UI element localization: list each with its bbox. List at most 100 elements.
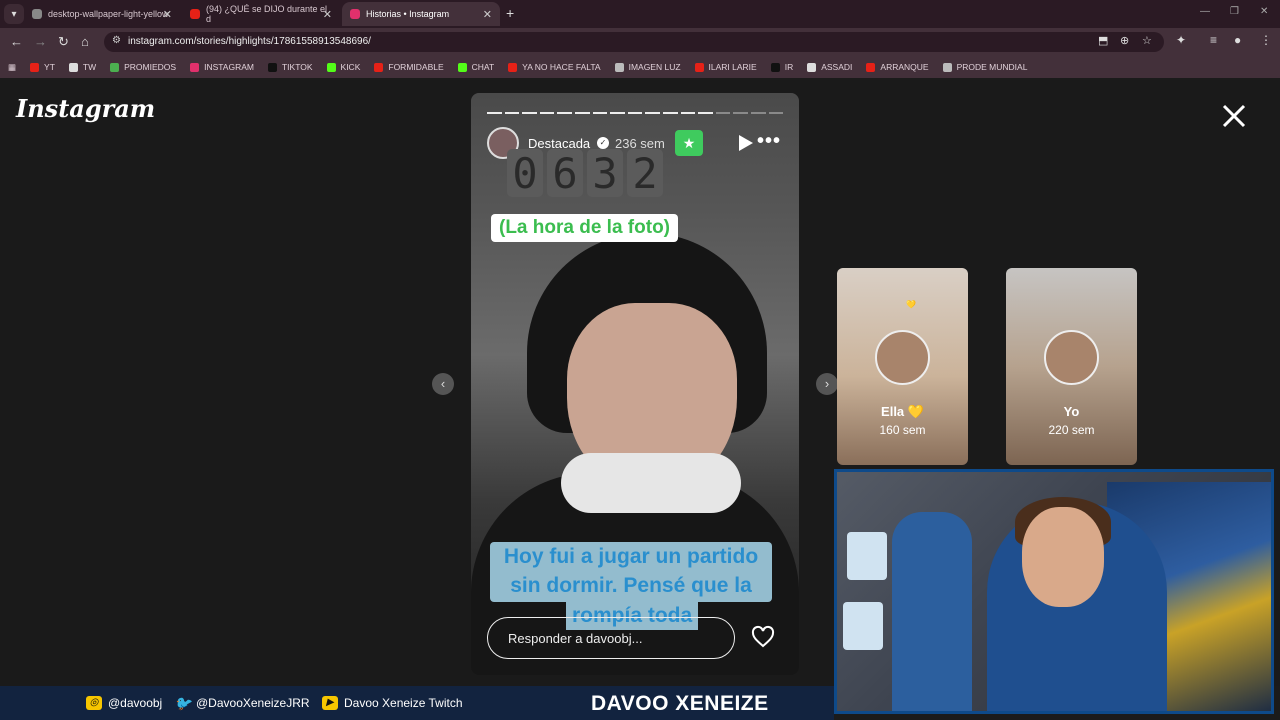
maximize-button[interactable]: ❐ xyxy=(1230,6,1239,17)
more-options-icon[interactable]: ••• xyxy=(757,130,781,153)
youtube-play-icon: ▶ xyxy=(322,696,338,710)
bookmark-ir[interactable]: IR xyxy=(770,62,793,72)
bookmark-promiedos[interactable]: PROMIEDOS xyxy=(110,62,176,72)
twitter-bird-icon: 🐦 xyxy=(174,695,192,711)
close-friends-star-icon: ★ xyxy=(675,130,703,156)
progress-segment xyxy=(557,112,572,114)
bookmark-yt[interactable]: YT xyxy=(30,62,55,72)
clock-digit: 3 xyxy=(587,149,623,198)
play-icon[interactable] xyxy=(735,133,755,153)
clock-digit: 6 xyxy=(547,149,583,198)
install-app-icon[interactable]: ⬒ xyxy=(1098,34,1108,47)
bookmark-imagen-luz[interactable]: IMAGEN LUZ xyxy=(614,62,681,72)
progress-segment xyxy=(645,112,660,114)
youtube-icon xyxy=(190,9,200,19)
media-icon[interactable]: ≡ xyxy=(1210,33,1217,47)
close-window-button[interactable]: ✕ xyxy=(1260,6,1268,17)
webcam-overlay xyxy=(834,469,1274,714)
bookmark-chat[interactable]: CHAT xyxy=(457,62,494,72)
bookmark-tiktok[interactable]: TIKTOK xyxy=(267,62,313,72)
bookmark-star-icon[interactable]: ☆ xyxy=(1142,34,1152,47)
highlight-preview-ella[interactable]: 💛 Ella 💛 160 sem xyxy=(837,268,968,465)
highlight-name: Ella 💛 xyxy=(881,404,924,419)
progress-segment xyxy=(574,112,590,114)
reload-icon[interactable]: ↻ xyxy=(58,34,69,50)
caption-sticker: (La hora de la foto) xyxy=(491,214,678,242)
menu-icon[interactable]: ⋮ xyxy=(1260,33,1272,47)
instagram-handle: ◎ @davoobj xyxy=(86,696,162,710)
bookmark-arranque[interactable]: ARRANQUE xyxy=(866,62,929,72)
twitch-handle: ▶ Davoo Xeneize Twitch xyxy=(322,696,463,710)
previous-story-button[interactable]: ‹ xyxy=(432,373,454,395)
progress-segment xyxy=(750,112,766,114)
site-info-icon[interactable]: ⚙ xyxy=(112,35,121,46)
clock-sticker: 0 6 3 2 xyxy=(507,149,663,198)
address-bar[interactable]: ⚙ instagram.com/stories/highlights/17861… xyxy=(104,32,1164,52)
tab-instagram[interactable]: Historias • Instagram ✕ xyxy=(342,2,500,26)
progress-segment xyxy=(680,112,696,114)
story-card[interactable]: Destacada ✓ 236 sem ★ ••• 0 6 3 2 (La ho… xyxy=(471,93,799,675)
home-icon[interactable]: ⌂ xyxy=(81,34,89,49)
profile-avatar[interactable]: ● xyxy=(1234,33,1241,47)
verified-icon: ✓ xyxy=(597,137,609,149)
close-tab-icon[interactable]: ✕ xyxy=(323,8,332,21)
avatar xyxy=(1044,330,1099,385)
story-text-block: Hoy fui a jugar un partido sin dormir. P… xyxy=(490,542,772,602)
progress-segment xyxy=(504,112,520,114)
progress-segment xyxy=(522,112,537,114)
bookmark-ilari-larie[interactable]: ILARI LARIE xyxy=(694,62,757,72)
progress-segment xyxy=(539,112,555,114)
instagram-logo[interactable]: Instagram xyxy=(16,94,155,123)
framed-jersey xyxy=(843,602,883,650)
progress-segment xyxy=(662,112,678,114)
heart-icon[interactable] xyxy=(751,625,775,649)
close-tab-icon[interactable]: ✕ xyxy=(163,8,172,21)
bookmark-tw[interactable]: TW xyxy=(68,62,96,72)
instagram-icon: ◎ xyxy=(86,696,102,710)
twitter-handle: 🐦 @DavooXeneizeJRR xyxy=(174,695,310,711)
highlight-time: 160 sem xyxy=(879,423,926,437)
tab-youtube[interactable]: (94) ¿QUÉ se DIJO durante el d ✕ xyxy=(182,2,340,26)
reply-placeholder: Responder a davoobj... xyxy=(508,631,643,646)
new-tab-button[interactable]: + xyxy=(506,5,514,21)
bookmark-assadi[interactable]: ASSADI xyxy=(807,62,852,72)
progress-segment xyxy=(487,112,502,114)
zoom-icon[interactable]: ⊕ xyxy=(1120,34,1129,47)
tab-strip: ▾ desktop-wallpaper-light-yellow ✕ (94) … xyxy=(0,0,1280,28)
progress-segment xyxy=(592,112,608,114)
bookmark-formidable[interactable]: FORMIDABLE xyxy=(374,62,444,72)
stream-brand: DAVOO XENEIZE xyxy=(591,692,769,715)
bookmarks-bar: ▦ YT TW PROMIEDOS INSTAGRAM TIKTOK KICK … xyxy=(0,56,1280,78)
apps-icon[interactable]: ▦ xyxy=(8,62,16,73)
next-story-button[interactable]: › xyxy=(816,373,838,395)
clock-digit: 2 xyxy=(627,149,663,198)
progress-segment xyxy=(733,112,748,114)
bookmark-instagram[interactable]: INSTAGRAM xyxy=(190,62,254,72)
highlight-preview-yo[interactable]: Yo 220 sem xyxy=(1006,268,1137,465)
avatar xyxy=(875,330,930,385)
tab-search-button[interactable]: ▾ xyxy=(4,4,24,24)
progress-segment xyxy=(715,112,731,114)
bookmark-prode-mundial[interactable]: PRODE MUNDIAL xyxy=(942,62,1027,72)
close-tab-icon[interactable]: ✕ xyxy=(483,8,492,21)
stream-footer: ◎ @davoobj 🐦 @DavooXeneizeJRR ▶ Davoo Xe… xyxy=(0,686,834,720)
story-progress-bar xyxy=(487,112,784,114)
clock-digit: 0 xyxy=(507,149,543,198)
forward-icon[interactable]: → xyxy=(34,34,47,49)
progress-segment xyxy=(768,112,784,114)
bookmark-kick[interactable]: KICK xyxy=(326,62,360,72)
instagram-icon xyxy=(350,9,360,19)
tab-wallpaper[interactable]: desktop-wallpaper-light-yellow ✕ xyxy=(24,2,180,26)
back-icon[interactable]: ← xyxy=(10,34,23,49)
close-icon[interactable] xyxy=(1220,102,1248,130)
highlight-name: Yo xyxy=(1063,404,1080,419)
globe-icon xyxy=(32,9,42,19)
reply-input[interactable]: Responder a davoobj... xyxy=(487,617,735,659)
minimize-button[interactable]: — xyxy=(1200,6,1210,17)
framed-jersey xyxy=(847,532,887,580)
progress-segment xyxy=(610,112,625,114)
extensions-icon[interactable]: ✦ xyxy=(1176,33,1186,47)
progress-segment xyxy=(698,112,713,114)
bookmark-ya-no-hace-falta[interactable]: YA NO HACE FALTA xyxy=(508,62,601,72)
progress-segment xyxy=(627,112,643,114)
